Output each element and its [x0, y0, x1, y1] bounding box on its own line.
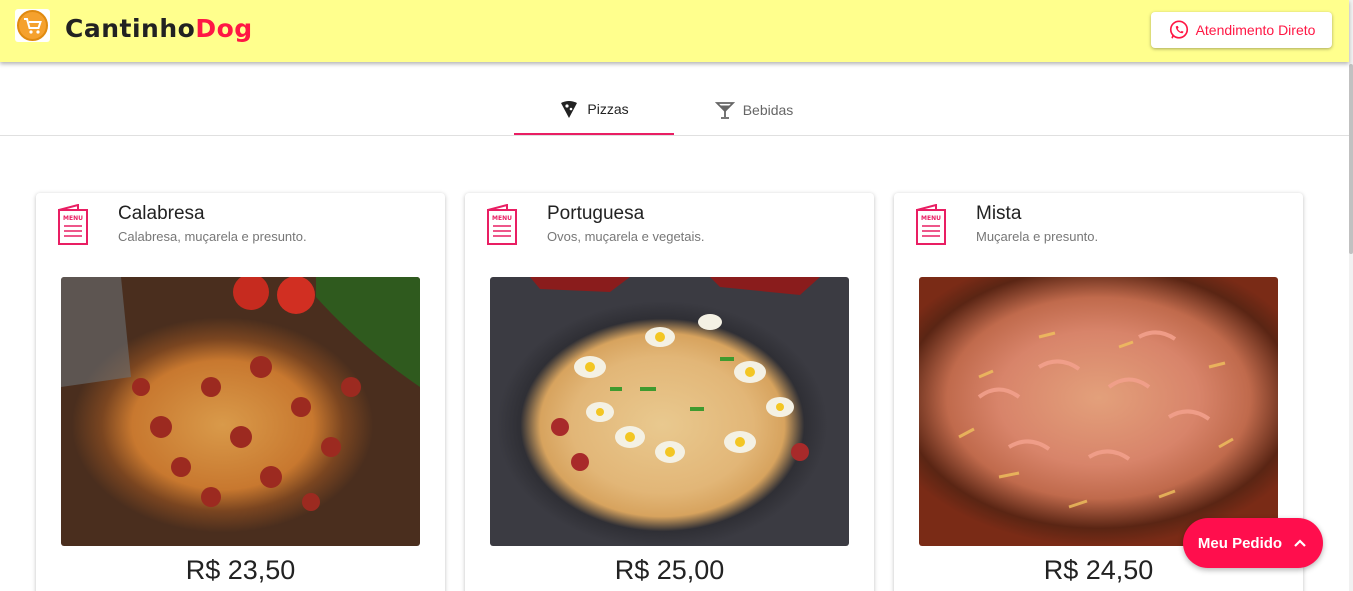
product-card-portuguesa[interactable]: MENU Portuguesa Ovos, muçarela e vegetai…	[465, 193, 874, 591]
product-photo[interactable]	[61, 277, 420, 546]
product-price: R$ 23,50	[185, 555, 296, 585]
product-description: Ovos, muçarela e vegetais.	[547, 229, 705, 244]
app-header: CantinhoDog Atendimento Direto	[0, 0, 1349, 62]
product-photo[interactable]	[490, 277, 849, 546]
tab-pizzas-label: Pizzas	[587, 100, 629, 117]
chevron-up-icon	[1294, 539, 1306, 547]
shopping-cart-icon[interactable]	[15, 9, 50, 42]
pizza-slice-icon	[561, 100, 578, 118]
product-title: Mista	[976, 203, 1022, 224]
brand-name-part1: Cantinho	[65, 14, 196, 43]
product-title: Calabresa	[118, 203, 205, 224]
attendance-button-label: Atendimento Direto	[1195, 22, 1316, 38]
product-card-calabresa[interactable]: MENU Calabresa Calabresa, muçarela e pre…	[36, 193, 445, 591]
whatsapp-icon	[1169, 20, 1188, 39]
menu-icon: MENU	[58, 204, 88, 245]
attendance-button[interactable]: Atendimento Direto	[1151, 12, 1332, 48]
page-scrollbar[interactable]	[1349, 0, 1353, 591]
brand-name-part2: Dog	[195, 14, 253, 43]
tab-pizzas[interactable]: Pizzas	[514, 84, 674, 135]
tab-bebidas-label: Bebidas	[742, 101, 794, 118]
svg-text:MENU: MENU	[921, 215, 941, 222]
svg-text:MENU: MENU	[492, 215, 512, 222]
product-description: Calabresa, muçarela e presunto.	[118, 229, 307, 244]
cocktail-glass-icon	[714, 101, 735, 119]
product-photo[interactable]	[919, 277, 1278, 546]
product-price: R$ 25,00	[614, 555, 725, 585]
tab-bebidas[interactable]: Bebidas	[674, 84, 834, 135]
my-order-button-label: Meu Pedido	[1197, 534, 1283, 552]
menu-icon: MENU	[916, 204, 946, 245]
product-title: Portuguesa	[547, 203, 645, 224]
menu-icon: MENU	[487, 204, 517, 245]
my-order-button[interactable]: Meu Pedido	[1183, 518, 1323, 568]
product-description: Muçarela e presunto.	[976, 229, 1099, 244]
svg-text:MENU: MENU	[63, 215, 83, 222]
brand-logo-text[interactable]: CantinhoDog	[65, 14, 253, 43]
category-tabs: Pizzas Bebidas	[0, 62, 1349, 136]
